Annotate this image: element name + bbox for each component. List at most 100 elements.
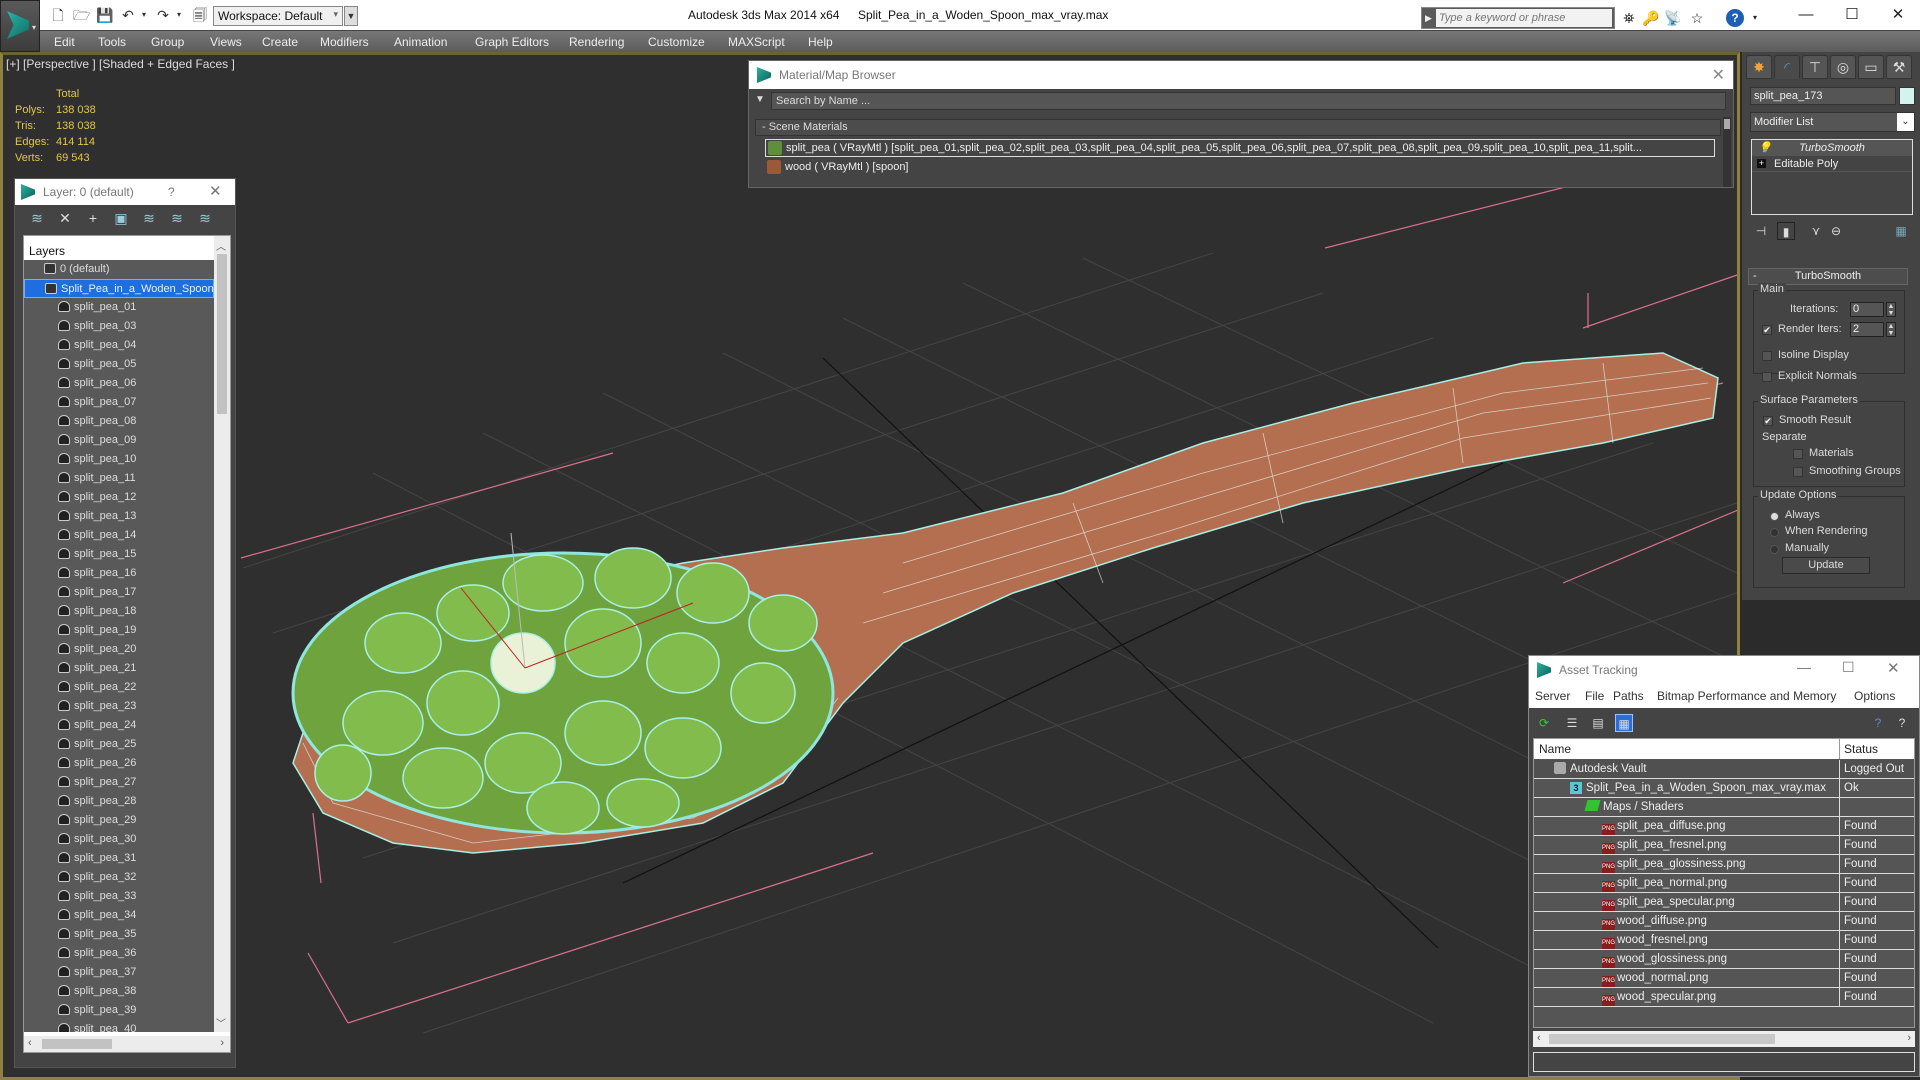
- object-row[interactable]: split_pea_12: [24, 488, 214, 507]
- project-folder-icon[interactable]: 🗐: [192, 7, 208, 23]
- infocenter-search[interactable]: ▶: [1421, 7, 1615, 29]
- help-icon[interactable]: ?: [1726, 9, 1744, 27]
- object-row[interactable]: split_pea_03: [24, 317, 214, 336]
- asset-row[interactable]: PNG split_pea_specular.png Found: [1534, 893, 1914, 912]
- object-row[interactable]: split_pea_37: [24, 963, 214, 982]
- close-icon[interactable]: ✕: [1712, 65, 1725, 85]
- menu-paths[interactable]: Paths: [1613, 689, 1644, 703]
- spinner-arrows-icon[interactable]: ▲ ▼: [1886, 302, 1896, 317]
- asset-tracking-titlebar[interactable]: Asset Tracking — ☐ ✕: [1529, 656, 1919, 684]
- object-row[interactable]: split_pea_31: [24, 849, 214, 868]
- scroll-thumb[interactable]: [1549, 1034, 1775, 1044]
- material-item-split-pea[interactable]: split_pea ( VRayMtl ) [split_pea_01,spli…: [765, 139, 1715, 157]
- asset-path-field[interactable]: [1533, 1052, 1915, 1072]
- expand-arrow-icon[interactable]: ▶: [1425, 13, 1432, 24]
- object-row[interactable]: split_pea_29: [24, 811, 214, 830]
- object-row[interactable]: split_pea_26: [24, 754, 214, 773]
- object-row[interactable]: split_pea_33: [24, 887, 214, 906]
- application-menu-button[interactable]: ▾: [0, 0, 40, 52]
- object-row[interactable]: split_pea_32: [24, 868, 214, 887]
- material-scrollbar[interactable]: [1723, 117, 1731, 187]
- asset-row[interactable]: PNG wood_glossiness.png Found: [1534, 950, 1914, 969]
- binoculars-search-icon[interactable]: ⛯: [1620, 9, 1638, 27]
- close-icon[interactable]: ✕: [209, 182, 222, 200]
- object-row[interactable]: split_pea_24: [24, 716, 214, 735]
- object-row[interactable]: split_pea_18: [24, 602, 214, 621]
- asset-row[interactable]: Maps / Shaders: [1534, 798, 1914, 817]
- keyword-search-input[interactable]: [1436, 9, 1612, 27]
- object-row[interactable]: split_pea_05: [24, 355, 214, 374]
- create-layer-icon[interactable]: ≋: [27, 209, 47, 227]
- minimize-button[interactable]: —: [1784, 4, 1828, 26]
- asset-row[interactable]: PNG split_pea_diffuse.png Found: [1534, 817, 1914, 836]
- object-row[interactable]: split_pea_10: [24, 450, 214, 469]
- object-row[interactable]: split_pea_07: [24, 393, 214, 412]
- make-unique-icon[interactable]: ⋎: [1807, 222, 1825, 240]
- menu-modifiers[interactable]: Modifiers: [320, 35, 369, 49]
- object-row[interactable]: split_pea_39: [24, 1001, 214, 1020]
- update-button[interactable]: Update: [1782, 557, 1870, 574]
- menu-customize[interactable]: Customize: [648, 35, 705, 49]
- expand-plus-icon[interactable]: +: [1757, 159, 1766, 168]
- spinner-arrows-icon[interactable]: ▲ ▼: [1886, 322, 1896, 337]
- object-row[interactable]: split_pea_04: [24, 336, 214, 355]
- object-row[interactable]: split_pea_17: [24, 583, 214, 602]
- menu-server[interactable]: Server: [1535, 689, 1570, 703]
- asset-row[interactable]: Autodesk Vault Logged Out: [1534, 760, 1914, 779]
- menu-file[interactable]: File: [1585, 689, 1604, 703]
- update-always-radio[interactable]: [1770, 512, 1779, 521]
- object-row[interactable]: split_pea_27: [24, 773, 214, 792]
- minimize-button[interactable]: —: [1797, 659, 1811, 675]
- quick-access-customize-button[interactable]: ▼: [344, 6, 358, 26]
- scroll-down-icon[interactable]: ﹀: [216, 1015, 226, 1030]
- select-objects-icon[interactable]: ▣: [111, 209, 131, 227]
- redo-icon[interactable]: ↷: [155, 7, 171, 23]
- new-file-icon[interactable]: 🗋: [50, 7, 66, 23]
- delete-layer-icon[interactable]: ✕: [55, 209, 75, 227]
- object-row[interactable]: split_pea_25: [24, 735, 214, 754]
- open-file-icon[interactable]: 🗁: [73, 7, 90, 23]
- object-color-swatch[interactable]: [1899, 87, 1915, 105]
- scroll-left-icon[interactable]: ‹: [28, 1037, 32, 1049]
- asset-row[interactable]: PNG split_pea_fresnel.png Found: [1534, 836, 1914, 855]
- help-dropdown-icon[interactable]: ▾: [1746, 9, 1764, 27]
- stack-item-editable-poly[interactable]: + Editable Poly: [1752, 156, 1912, 172]
- menu-edit[interactable]: Edit: [54, 35, 75, 49]
- object-row[interactable]: split_pea_22: [24, 678, 214, 697]
- scroll-left-icon[interactable]: ‹: [1537, 1032, 1541, 1044]
- lightbulb-icon[interactable]: 💡: [1758, 140, 1772, 156]
- material-item-wood[interactable]: wood ( VRayMtl ) [spoon]: [765, 159, 1715, 177]
- scene-materials-group[interactable]: - Scene Materials: [755, 119, 1721, 136]
- scroll-right-icon[interactable]: ›: [1907, 1032, 1911, 1044]
- stack-item-turbosmooth[interactable]: 💡 TurboSmooth: [1752, 140, 1912, 156]
- help-button[interactable]: ?: [168, 185, 175, 199]
- layer-vertical-scrollbar[interactable]: ︿ ﹀: [214, 236, 230, 1032]
- object-row[interactable]: split_pea_23: [24, 697, 214, 716]
- object-row[interactable]: split_pea_01: [24, 298, 214, 317]
- iterations-spinner[interactable]: 0: [1850, 302, 1884, 317]
- asset-row[interactable]: PNG split_pea_glossiness.png Found: [1534, 855, 1914, 874]
- object-row[interactable]: split_pea_28: [24, 792, 214, 811]
- isoline-display-checkbox[interactable]: [1762, 351, 1772, 361]
- scroll-thumb[interactable]: [1724, 119, 1730, 129]
- render-iters-checkbox[interactable]: ✔: [1762, 325, 1772, 335]
- help-icon[interactable]: ?: [1869, 714, 1887, 732]
- object-row[interactable]: split_pea_35: [24, 925, 214, 944]
- communication-center-icon[interactable]: 📡: [1664, 9, 1682, 27]
- smooth-result-checkbox[interactable]: ✔: [1763, 416, 1773, 426]
- object-row[interactable]: split_pea_38: [24, 982, 214, 1001]
- object-row[interactable]: split_pea_08: [24, 412, 214, 431]
- menu-graph-editors[interactable]: Graph Editors: [475, 35, 549, 49]
- scroll-thumb[interactable]: [42, 1039, 112, 1049]
- menu-tools[interactable]: Tools: [98, 35, 126, 49]
- configure-modifier-sets-icon[interactable]: ▦: [1892, 222, 1910, 240]
- object-row[interactable]: split_pea_19: [24, 621, 214, 640]
- perspective-viewport[interactable]: [0, 52, 1740, 1080]
- pin-stack-icon[interactable]: ⊣: [1752, 222, 1770, 240]
- layer-panel-titlebar[interactable]: Layer: 0 (default) ? ✕: [15, 179, 235, 205]
- table-view-icon[interactable]: ▦: [1615, 714, 1633, 732]
- menu-help[interactable]: Help: [808, 35, 833, 49]
- render-iters-spinner[interactable]: 2: [1850, 322, 1884, 337]
- asset-row[interactable]: 3 Split_Pea_in_a_Woden_Spoon_max_vray.max…: [1534, 779, 1914, 798]
- object-row[interactable]: split_pea_21: [24, 659, 214, 678]
